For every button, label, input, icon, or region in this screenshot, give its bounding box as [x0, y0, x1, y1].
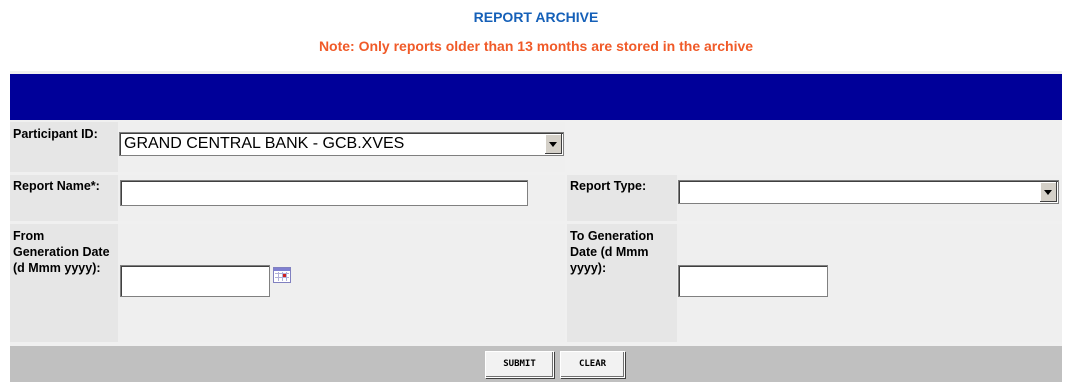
- form-header-bar: [10, 74, 1062, 120]
- report-name-input[interactable]: [120, 180, 528, 206]
- participant-id-value: GRAND CENTRAL BANK - GCB.XVES: [124, 135, 405, 152]
- report-type-select[interactable]: [678, 180, 1059, 204]
- from-date-label: From Generation Date (d Mmm yyyy):: [13, 229, 110, 275]
- to-date-input[interactable]: [678, 265, 828, 297]
- chevron-down-icon[interactable]: [1039, 182, 1057, 202]
- report-name-label: Report Name*:: [13, 179, 100, 193]
- button-bar: SUBMIT CLEAR: [10, 346, 1062, 382]
- participant-id-label: Participant ID:: [13, 127, 98, 141]
- calendar-icon[interactable]: [273, 267, 291, 283]
- from-date-input[interactable]: [120, 265, 270, 297]
- clear-button[interactable]: CLEAR: [560, 351, 625, 378]
- chevron-down-icon[interactable]: [544, 134, 562, 154]
- report-archive-form: Participant ID: GRAND CENTRAL BANK - GCB…: [10, 71, 1062, 382]
- page-title: REPORT ARCHIVE: [473, 9, 599, 25]
- participant-id-select[interactable]: GRAND CENTRAL BANK - GCB.XVES: [119, 132, 564, 156]
- to-date-label: To Generation Date (d Mmm yyyy):: [570, 229, 654, 275]
- submit-button[interactable]: SUBMIT: [485, 351, 554, 378]
- archive-note: Note: Only reports older than 13 months …: [318, 38, 754, 54]
- report-type-label: Report Type:: [570, 179, 647, 193]
